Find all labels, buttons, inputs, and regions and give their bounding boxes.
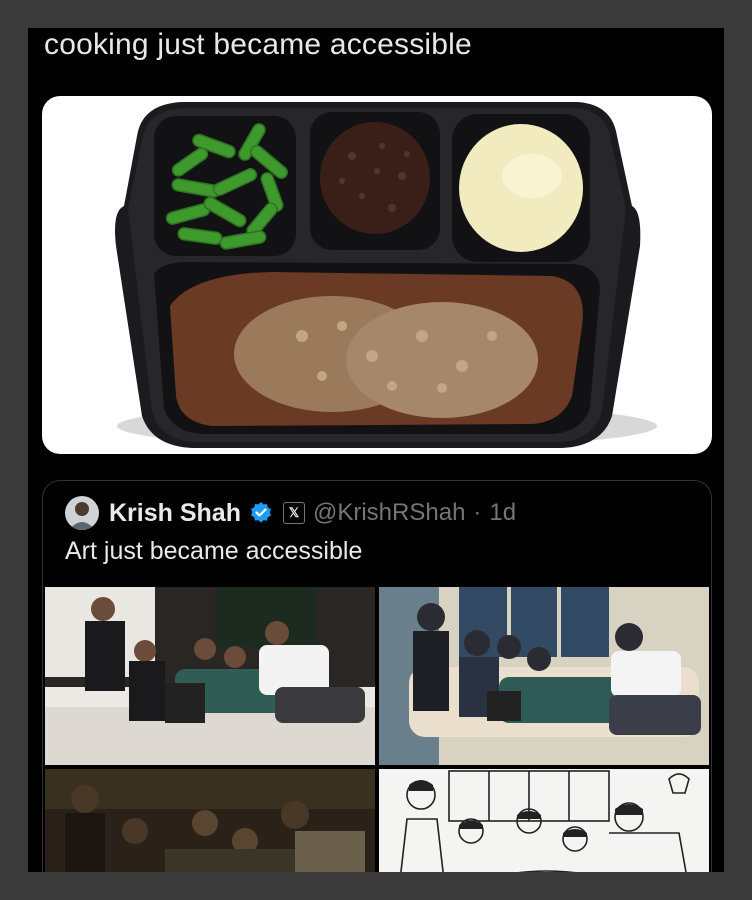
post-image[interactable] [42,96,712,454]
sketch-style-illustration [379,769,709,872]
avatar[interactable] [65,496,99,530]
group-photo-couch [45,587,375,765]
media-photo-2[interactable] [379,587,709,765]
post-caption: cooking just became accessible [44,28,472,61]
anime-style-couch-illustration [379,587,709,765]
quoted-tweet-text: Art just became accessible [65,537,363,565]
avatar-icon [65,496,99,530]
author-name[interactable]: Krish Shah [109,499,241,528]
verified-badge-icon [250,502,271,523]
quoted-tweet-header: Krish Shah 𝕏 @KrishRShah · 1d [65,493,516,533]
quoted-tweet[interactable]: Krish Shah 𝕏 @KrishRShah · 1d Art just b… [42,480,712,872]
media-photo-1[interactable] [45,587,375,765]
x-logo-icon: 𝕏 [282,502,305,524]
author-handle[interactable]: @KrishRShah [313,499,465,527]
meta-separator: · [473,499,482,526]
tv-dinner-tray-image [115,102,657,448]
dark-group-photo [45,769,375,872]
post-frame: cooking just became accessible Krish Sha… [28,28,724,872]
media-photo-4[interactable] [379,769,709,872]
post-time[interactable]: 1d [489,499,516,527]
media-photo-3[interactable] [45,769,375,872]
